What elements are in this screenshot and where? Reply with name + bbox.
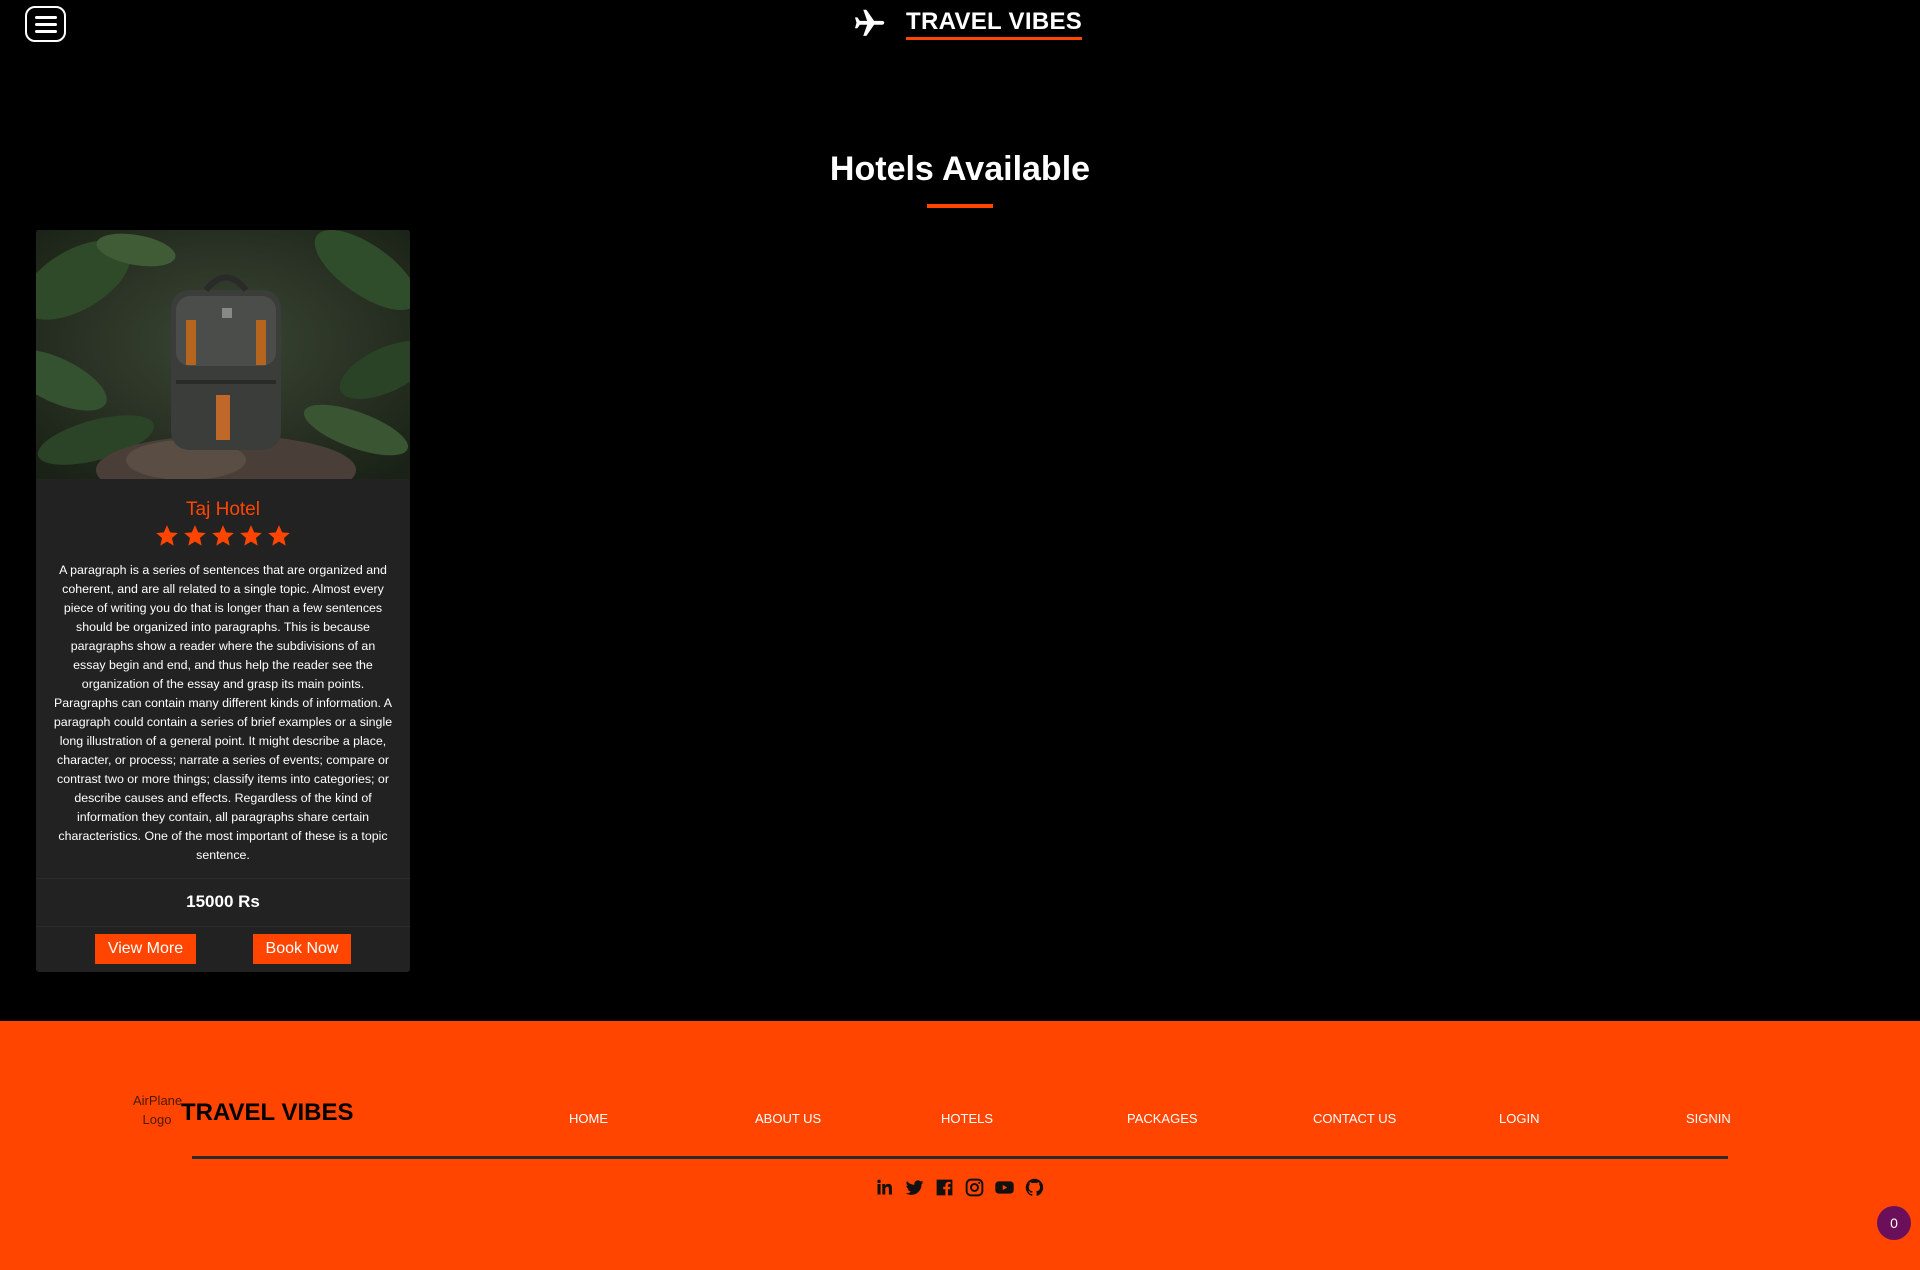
footer: AirPlane Logo TRAVEL VIBES HOME ABOUT US…: [0, 1021, 1920, 1270]
hotel-image: [36, 230, 410, 479]
rating-stars: [36, 523, 410, 551]
notification-badge[interactable]: 0: [1877, 1206, 1911, 1240]
brand[interactable]: TRAVEL VIBES: [852, 6, 1083, 42]
footer-nav-signin[interactable]: SIGNIN: [1686, 1111, 1731, 1126]
linkedin-icon[interactable]: [874, 1177, 895, 1198]
youtube-icon[interactable]: [994, 1177, 1015, 1198]
title-underline: [927, 204, 993, 208]
hotel-card: Taj Hotel A paragraph is a series of sen…: [36, 230, 410, 972]
instagram-icon[interactable]: [964, 1177, 985, 1198]
footer-brand[interactable]: TRAVEL VIBES: [181, 1099, 353, 1127]
footer-nav-login[interactable]: LOGIN: [1499, 1111, 1539, 1126]
hamburger-menu-icon[interactable]: [25, 6, 66, 42]
footer-logo-alt: AirPlane Logo: [133, 1093, 183, 1127]
footer-nav-hotels[interactable]: HOTELS: [941, 1111, 993, 1126]
hotel-description: A paragraph is a series of sentences tha…: [53, 563, 393, 862]
footer-logo-image[interactable]: AirPlane Logo: [133, 1091, 183, 1143]
page: TRAVEL VIBES Hotels Available Taj Hotel …: [0, 0, 1920, 1270]
page-title: Hotels Available: [829, 150, 1091, 188]
social-links: [874, 1177, 1045, 1198]
star-icon: [268, 525, 290, 546]
view-more-button[interactable]: View More: [95, 934, 196, 964]
facebook-icon[interactable]: [934, 1177, 955, 1198]
github-icon[interactable]: [1024, 1177, 1045, 1198]
hotel-name[interactable]: Taj Hotel: [36, 499, 410, 521]
star-icon: [156, 525, 178, 546]
card-divider: [36, 878, 410, 879]
twitter-icon[interactable]: [904, 1177, 925, 1198]
book-now-button[interactable]: Book Now: [253, 934, 351, 964]
card-divider: [36, 926, 410, 927]
footer-nav-packages[interactable]: PACKAGES: [1127, 1111, 1198, 1126]
footer-nav-about-us[interactable]: ABOUT US: [755, 1111, 821, 1126]
star-icon: [212, 525, 234, 546]
footer-nav-home[interactable]: HOME: [569, 1111, 608, 1126]
star-icon: [240, 525, 262, 546]
footer-nav-contact-us[interactable]: CONTACT US: [1313, 1111, 1396, 1126]
star-icon: [184, 525, 206, 546]
airplane-icon: [855, 9, 885, 36]
footer-divider: [192, 1156, 1728, 1159]
brand-title: TRAVEL VIBES: [906, 8, 1083, 40]
hotel-price: 15000 Rs: [186, 892, 260, 911]
